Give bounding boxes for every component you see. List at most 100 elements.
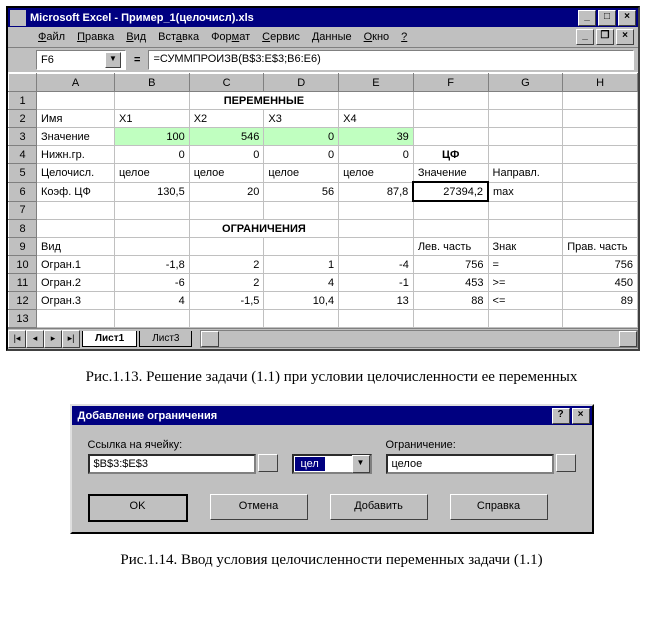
col-header[interactable]: A [37, 74, 115, 92]
menu-edit[interactable]: Правка [71, 29, 120, 45]
cell[interactable]: = [488, 256, 563, 274]
add-button[interactable]: Добавить [330, 494, 428, 520]
col-header[interactable]: G [488, 74, 563, 92]
constraint-input[interactable]: целое [386, 454, 554, 474]
cell[interactable]: 89 [563, 292, 638, 310]
formula-input[interactable]: =СУММПРОИЗВ(B$3:E$3;B6:E6) [148, 50, 634, 70]
cell[interactable]: 56 [264, 182, 339, 201]
cell[interactable]: Огран.2 [37, 274, 115, 292]
cell[interactable]: Имя [37, 110, 115, 128]
row-header[interactable]: 2 [9, 110, 37, 128]
dropdown-icon[interactable]: ▼ [352, 455, 370, 473]
cell-ref-input[interactable]: $B$3:$E$3 [88, 454, 256, 474]
cell[interactable]: 450 [563, 274, 638, 292]
namebox-dropdown-icon[interactable]: ▼ [105, 52, 121, 68]
cell[interactable]: 4 [115, 292, 190, 310]
cell[interactable]: -6 [115, 274, 190, 292]
col-header[interactable]: H [563, 74, 638, 92]
cell[interactable]: >= [488, 274, 563, 292]
cell[interactable]: 100 [115, 128, 190, 146]
cell[interactable]: 0 [264, 128, 339, 146]
cell[interactable]: 4 [264, 274, 339, 292]
cell[interactable]: ПЕРЕМЕННЫЕ [189, 92, 338, 110]
cell[interactable]: 0 [189, 146, 264, 164]
menu-service[interactable]: Сервис [256, 29, 306, 45]
cell[interactable]: целое [115, 164, 190, 183]
cell[interactable]: Вид [37, 238, 115, 256]
scroll-left-icon[interactable] [201, 331, 219, 347]
menu-view[interactable]: Вид [120, 29, 152, 45]
cell[interactable]: X2 [189, 110, 264, 128]
doc-icon[interactable] [12, 29, 28, 45]
cell[interactable]: 39 [339, 128, 414, 146]
cell[interactable]: целое [264, 164, 339, 183]
cell[interactable]: 756 [563, 256, 638, 274]
col-header[interactable]: B [115, 74, 190, 92]
menu-insert[interactable]: Вставка [152, 29, 205, 45]
col-header[interactable]: C [189, 74, 264, 92]
help-button[interactable]: ? [552, 408, 570, 424]
cell[interactable]: 756 [413, 256, 488, 274]
cell[interactable]: 87,8 [339, 182, 414, 201]
cell[interactable]: -4 [339, 256, 414, 274]
close-button[interactable]: × [618, 10, 636, 26]
cell[interactable]: X4 [339, 110, 414, 128]
cell[interactable]: X1 [115, 110, 190, 128]
menu-data[interactable]: Данные [306, 29, 358, 45]
cell[interactable]: ОГРАНИЧЕНИЯ [189, 220, 338, 238]
dialog-close-button[interactable]: × [572, 408, 590, 424]
collapse-dialog-icon[interactable] [556, 454, 576, 472]
row-header[interactable]: 9 [9, 238, 37, 256]
cell[interactable]: целое [339, 164, 414, 183]
cell[interactable]: 2 [189, 274, 264, 292]
cell[interactable]: -1,5 [189, 292, 264, 310]
cell[interactable]: Огран.3 [37, 292, 115, 310]
cell[interactable]: <= [488, 292, 563, 310]
cell[interactable]: ЦФ [413, 146, 488, 164]
help-button[interactable]: Справка [450, 494, 548, 520]
sheet-tab-active[interactable]: Лист1 [82, 331, 137, 347]
menu-window[interactable]: Окно [358, 29, 396, 45]
collapse-dialog-icon[interactable] [258, 454, 278, 472]
cell[interactable]: 88 [413, 292, 488, 310]
cell[interactable]: 546 [189, 128, 264, 146]
row-header[interactable]: 1 [9, 92, 37, 110]
cell[interactable]: 2 [189, 256, 264, 274]
cell[interactable]: Знак [488, 238, 563, 256]
col-header[interactable]: E [339, 74, 414, 92]
mdi-restore-button[interactable]: ❐ [596, 29, 614, 45]
cell[interactable]: 453 [413, 274, 488, 292]
cell[interactable]: 13 [339, 292, 414, 310]
row-header[interactable]: 6 [9, 182, 37, 201]
menu-format[interactable]: Формат [205, 29, 256, 45]
cell[interactable]: 10,4 [264, 292, 339, 310]
operator-combobox[interactable]: цел ▼ [292, 454, 372, 474]
tab-nav-last-icon[interactable]: ▸| [62, 330, 80, 348]
row-header[interactable]: 3 [9, 128, 37, 146]
name-box[interactable]: F6 ▼ [36, 50, 126, 70]
cell[interactable]: 20 [189, 182, 264, 201]
row-header[interactable]: 10 [9, 256, 37, 274]
ok-button[interactable]: OK [88, 494, 188, 522]
cell[interactable]: Прав. часть [563, 238, 638, 256]
cell[interactable]: X3 [264, 110, 339, 128]
cell[interactable]: max [488, 182, 563, 201]
row-header[interactable]: 13 [9, 310, 37, 328]
horizontal-scrollbar[interactable] [200, 330, 638, 348]
cell[interactable]: 0 [264, 146, 339, 164]
scroll-right-icon[interactable] [619, 331, 637, 347]
tab-nav-prev-icon[interactable]: ◂ [26, 330, 44, 348]
corner-cell[interactable] [9, 74, 37, 92]
col-header[interactable]: D [264, 74, 339, 92]
cell[interactable]: Лев. часть [413, 238, 488, 256]
cell[interactable]: -1 [339, 274, 414, 292]
maximize-button[interactable]: □ [598, 10, 616, 26]
active-cell[interactable]: 27394,2 [413, 182, 488, 201]
cell[interactable]: Нижн.гр. [37, 146, 115, 164]
menu-help[interactable]: ? [395, 29, 413, 45]
cell[interactable]: Коэф. ЦФ [37, 182, 115, 201]
mdi-close-button[interactable]: × [616, 29, 634, 45]
row-header[interactable]: 11 [9, 274, 37, 292]
cell[interactable]: целое [189, 164, 264, 183]
cell[interactable]: 130,5 [115, 182, 190, 201]
